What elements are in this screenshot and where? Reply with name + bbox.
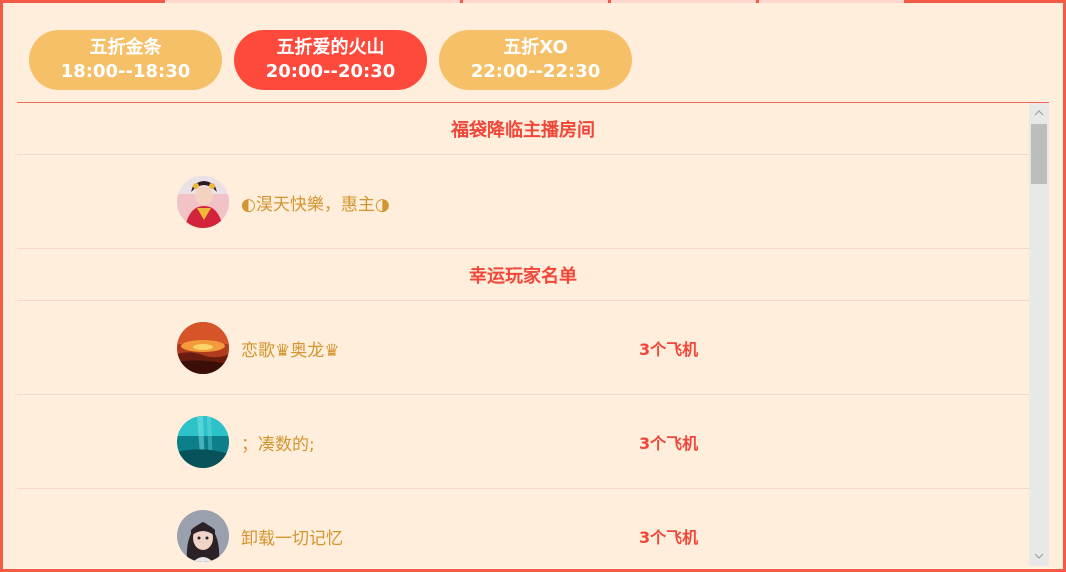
- host-name: ◐淏天快樂，惠主◑: [241, 194, 390, 215]
- tab-time: 20:00--20:30: [265, 61, 396, 82]
- top-strip-segment: [463, 0, 608, 3]
- winner-row[interactable]: 恋歌♛奥龙♛ 3个飞机: [17, 301, 1029, 395]
- ocean-avatar-icon: [177, 416, 229, 468]
- winner-name: ；凑数的;: [241, 434, 315, 455]
- host-section-title: 福袋降临主播房间: [17, 103, 1029, 155]
- tab-gold-bar[interactable]: 五折金条 18:00--18:30: [29, 30, 222, 90]
- avatar[interactable]: [177, 322, 229, 374]
- chevron-down-icon: [1034, 553, 1044, 559]
- top-strip-segment: [611, 0, 756, 3]
- section-title-text: 幸运玩家名单: [469, 265, 577, 287]
- winner-prize: 3个飞机: [639, 528, 699, 547]
- tab-title: 五折XO: [503, 37, 568, 58]
- tab-xo[interactable]: 五折XO 22:00--22:30: [439, 30, 632, 90]
- host-row[interactable]: ◐淏天快樂，惠主◑: [17, 155, 1029, 249]
- scroll-thumb[interactable]: [1031, 124, 1047, 184]
- top-strip-segment: [165, 0, 460, 3]
- avatar[interactable]: [177, 176, 229, 228]
- time-slot-tabs: 五折金条 18:00--18:30 五折爱的火山 20:00--20:30 五折…: [29, 30, 644, 90]
- scroll-down-button[interactable]: [1029, 546, 1049, 566]
- girl-avatar-icon: [177, 510, 229, 562]
- winner-row[interactable]: ；凑数的; 3个飞机: [17, 395, 1029, 489]
- sunset-avatar-icon: [177, 322, 229, 374]
- tab-time: 18:00--18:30: [60, 61, 191, 82]
- winner-prize: 3个飞机: [639, 340, 699, 359]
- winner-prize: 3个飞机: [639, 434, 699, 453]
- avatar[interactable]: [177, 416, 229, 468]
- tab-volcano[interactable]: 五折爱的火山 20:00--20:30: [234, 30, 427, 90]
- top-strip-segment: [759, 0, 904, 3]
- chevron-up-icon: [1034, 110, 1044, 116]
- results-list: 福袋降临主播房间 ◐淏天快樂，惠主◑ 幸运玩家名单 恋歌♛奥龙♛ 3个飞机 ；凑…: [17, 103, 1029, 566]
- winner-name: 恋歌♛奥龙♛: [241, 340, 340, 361]
- vertical-scrollbar[interactable]: [1029, 103, 1049, 566]
- tab-time: 22:00--22:30: [470, 61, 601, 82]
- avatar[interactable]: [177, 510, 229, 562]
- winners-section-title: 幸运玩家名单: [17, 249, 1029, 301]
- tab-title: 五折爱的火山: [276, 37, 385, 58]
- scroll-up-button[interactable]: [1029, 103, 1049, 123]
- host-avatar-icon: [177, 176, 229, 228]
- top-tab-strip: [0, 0, 1066, 3]
- winner-row[interactable]: 卸载一切记忆 3个飞机: [17, 489, 1029, 566]
- tab-title: 五折金条: [89, 37, 162, 58]
- section-title-text: 福袋降临主播房间: [451, 119, 595, 141]
- winner-name: 卸载一切记忆: [241, 528, 343, 549]
